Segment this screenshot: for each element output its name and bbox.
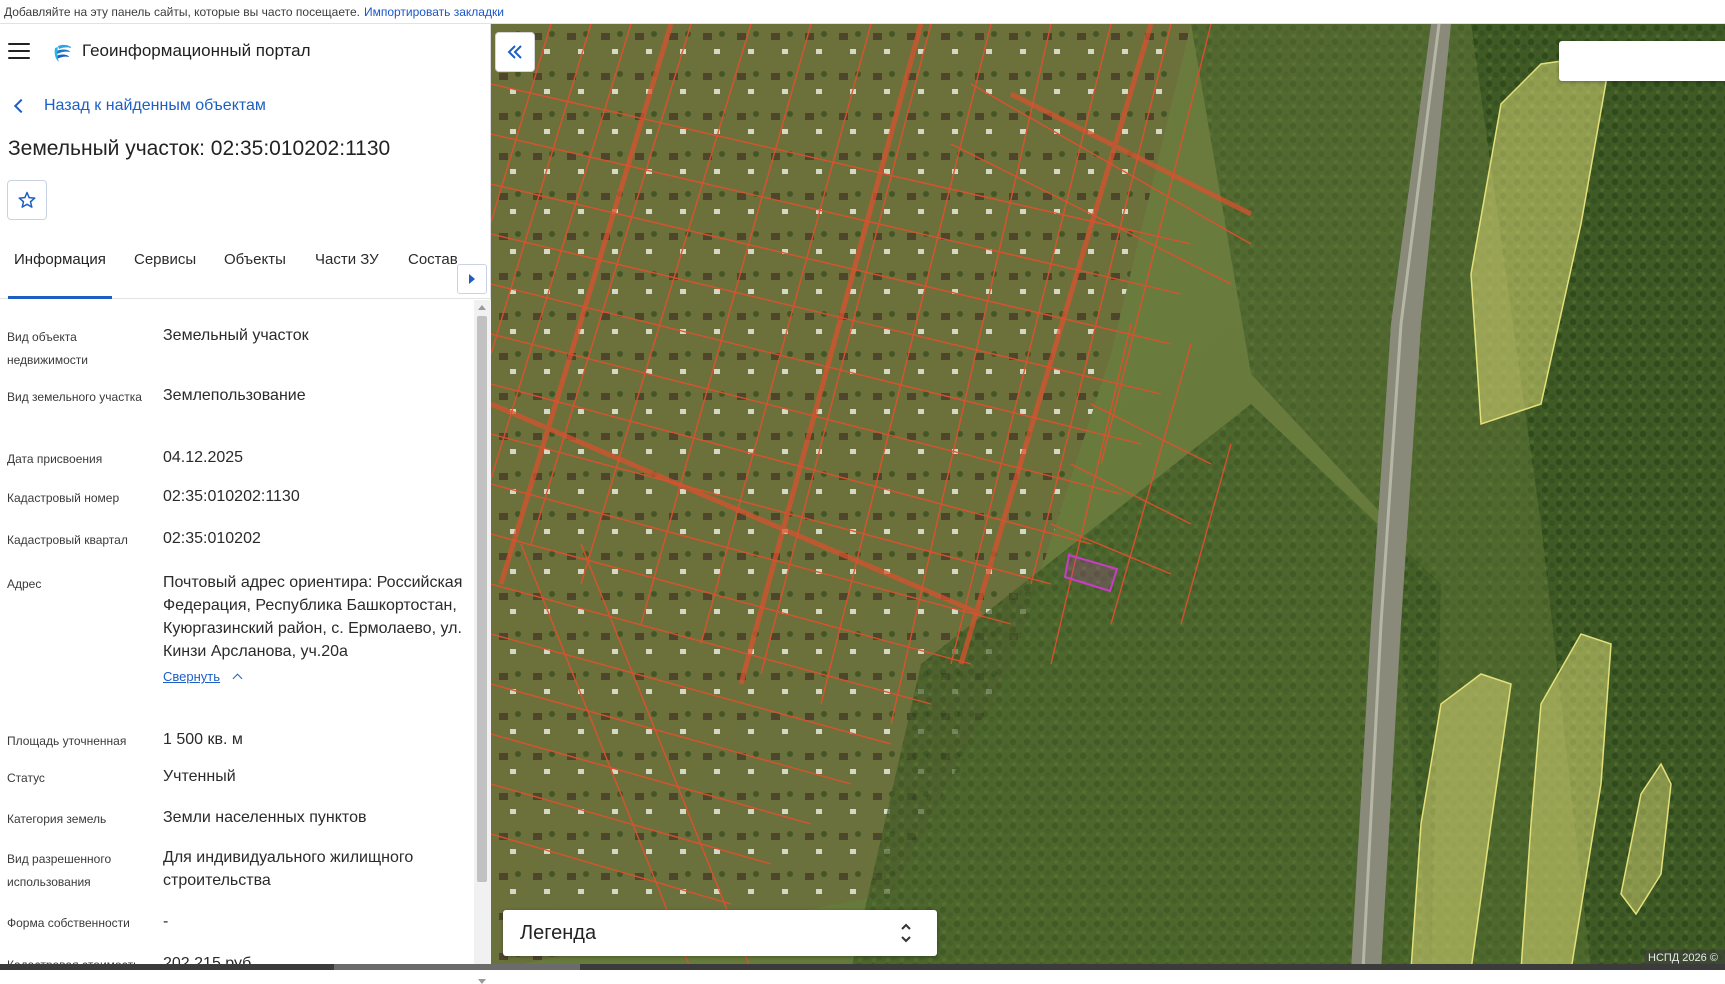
up-down-arrows-icon [901,923,911,943]
chevron-right-icon [469,274,475,284]
bookmarks-hint: Добавляйте на эту панель сайты, которые … [4,5,360,19]
scroll-down-arrow-icon[interactable] [478,979,486,984]
detail-label: Статус [7,771,45,785]
detail-value: Земли населенных пунктов [163,809,367,826]
object-title: Земельный участок: 02:35:010202:1130 [8,137,391,160]
star-outline-icon [18,191,36,208]
tab-composition[interactable]: Состав [408,240,458,296]
chevron-up-icon [232,673,243,684]
app-title: Геоинформационный портал [82,41,311,60]
info-panel: Геоинформационный портал Назад к найденн… [0,24,491,984]
detail-value: 04.12.2025 [163,449,244,466]
taskbar-strip [0,964,1725,970]
tab-parts[interactable]: Части ЗУ [315,240,379,296]
scroll-up-arrow-icon[interactable] [478,305,486,310]
detail-value: - [163,913,169,930]
back-to-results-link[interactable]: Назад к найденным объектам [12,97,266,115]
double-chevron-left-icon [507,45,522,59]
tabs-next-button[interactable] [457,264,487,294]
detail-value: Земельный участок [163,327,309,344]
collapse-label: Свернуть [163,669,221,684]
tabs-bar: Информация Сервисы Объекты Части ЗУ Сост… [0,240,491,299]
hamburger-menu-icon[interactable] [8,43,30,61]
bookmarks-bar: Добавляйте на эту панель сайты, которые … [0,0,1725,24]
tab-services[interactable]: Сервисы [134,240,196,296]
detail-value: 1 500 кв. м [163,731,243,748]
scrollbar-thumb[interactable] [477,316,487,882]
tab-information[interactable]: Информация [8,240,112,299]
detail-value: Учтенный [163,768,236,785]
detail-value: Для индивидуального жилищного строительс… [163,849,414,889]
portal-logo-icon [54,44,72,62]
legend-label: Легенда [520,922,597,944]
detail-label: Категория земель [7,812,107,826]
detail-label: Вид разрешенного использования [7,852,112,889]
collapse-panel-button[interactable] [495,32,535,72]
collapse-address-link[interactable]: Свернуть [163,665,243,688]
details-list: Вид объекта недвижимости Земельный участ… [0,300,474,970]
detail-label: Адрес [7,577,42,591]
tab-objects[interactable]: Объекты [224,240,286,296]
detail-label: Дата присвоения [7,452,103,466]
legend-toggle[interactable]: Легенда [503,910,937,956]
panel-header: Геоинформационный портал [0,24,491,80]
import-bookmarks-link[interactable]: Импортировать закладки [364,5,504,19]
detail-label: Форма собственности [7,916,130,930]
back-link-label: Назад к найденным объектам [44,97,266,114]
detail-value: 02:35:010202:1130 [163,488,300,505]
detail-label: Кадастровый квартал [7,533,128,547]
detail-value: 02:35:010202 [163,530,261,547]
detail-value: Землепользование [163,387,306,404]
detail-label: Кадастровый номер [7,491,120,505]
favorite-button[interactable] [7,180,47,220]
detail-value-address: Почтовый адрес ориентира: Российская Фед… [163,571,463,688]
satellite-map [491,24,1725,970]
detail-label: Вид объекта недвижимости [7,330,88,367]
detail-label: Площадь уточненная [7,734,127,748]
map-search-box[interactable] [1559,41,1725,81]
chevron-left-icon [13,98,29,114]
map-canvas[interactable] [491,24,1725,970]
detail-label: Вид земельного участка [7,390,142,404]
address-text: Почтовый адрес ориентира: Российская Фед… [163,574,463,660]
